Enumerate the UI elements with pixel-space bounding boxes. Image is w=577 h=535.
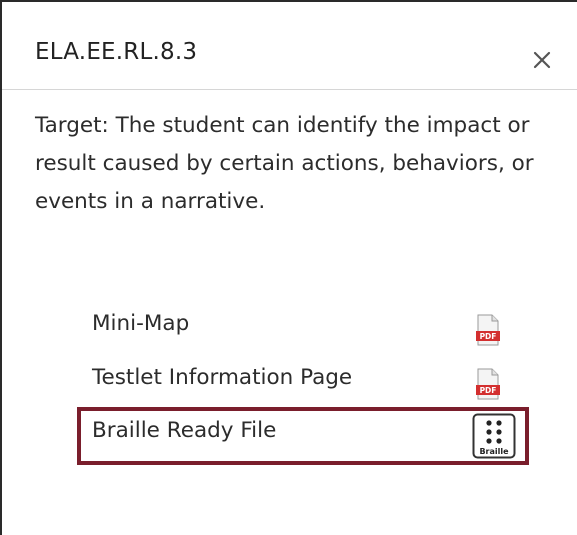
link-row-mini-map: Mini-Map PDF: [92, 305, 532, 359]
target-description: Target: The student can identify the imp…: [35, 113, 534, 214]
mini-map-link[interactable]: Mini-Map: [92, 311, 189, 336]
svg-text:PDF: PDF: [480, 386, 497, 395]
pdf-icon[interactable]: PDF: [475, 314, 501, 346]
dialog-title: ELA.EE.RL.8.3: [35, 39, 198, 65]
testlet-info-link[interactable]: Testlet Information Page: [92, 365, 352, 390]
link-row-testlet-info: Testlet Information Page PDF: [92, 359, 532, 413]
link-row-braille: Braille Ready File: [92, 418, 276, 443]
braille-icon[interactable]: Braille: [472, 413, 516, 459]
braille-icon-label: Braille: [479, 447, 509, 456]
braille-file-link[interactable]: Braille Ready File: [92, 418, 276, 443]
svg-text:PDF: PDF: [480, 332, 497, 341]
close-icon[interactable]: [528, 46, 556, 74]
dialog-header: ELA.EE.RL.8.3: [2, 2, 577, 90]
resource-links: Mini-Map PDF Testlet Information Page PD…: [92, 305, 532, 413]
pdf-icon[interactable]: PDF: [475, 368, 501, 400]
modal-dialog: ELA.EE.RL.8.3 Target: The student can id…: [0, 0, 577, 535]
